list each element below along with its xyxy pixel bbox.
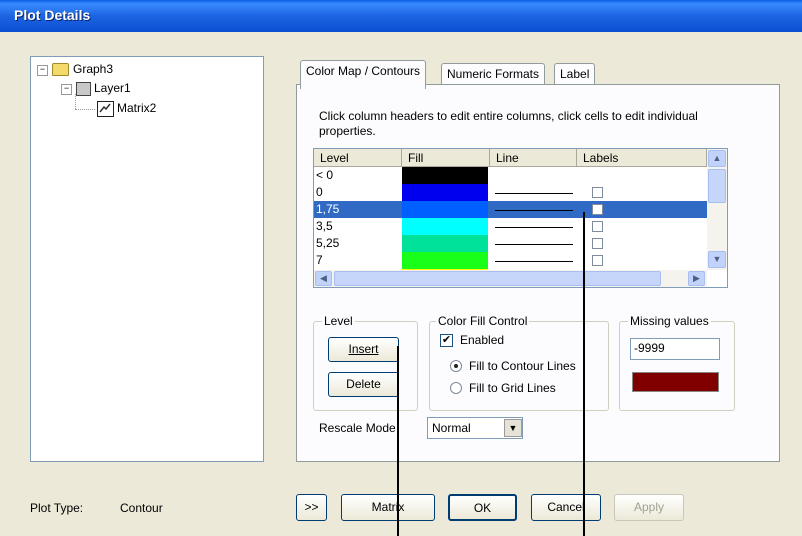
table-row[interactable]: < 0 — [314, 167, 707, 184]
fill-cell[interactable] — [402, 201, 488, 218]
table-row[interactable]: 5,25 — [314, 235, 707, 252]
level-cell[interactable]: 1,75 — [316, 201, 339, 217]
matrix-button-label: Matrix — [371, 500, 405, 514]
collapse-icon[interactable]: − — [37, 65, 48, 76]
delete-button[interactable]: Delete — [328, 372, 399, 397]
fill-contour-radio[interactable] — [450, 360, 462, 372]
fill-cell[interactable] — [402, 235, 488, 252]
missing-value-text: -9999 — [634, 341, 665, 355]
tree-item-label: Graph3 — [73, 62, 114, 76]
level-group: Level Insert Delete — [313, 314, 418, 411]
cancel-button-label: Cancel — [547, 500, 585, 514]
scroll-thumb[interactable] — [334, 271, 661, 286]
scroll-down-button[interactable]: ▼ — [708, 251, 726, 268]
layer-icon — [76, 82, 91, 96]
dropdown-arrow-icon[interactable]: ▼ — [504, 419, 522, 437]
vertical-scrollbar[interactable]: ▲ ▼ — [707, 149, 727, 270]
ok-button[interactable]: OK — [448, 494, 517, 521]
labels-checkbox[interactable] — [592, 221, 603, 232]
instructions-text: Click column headers to edit entire colu… — [319, 109, 698, 138]
scroll-right-button[interactable]: ▶ — [688, 271, 705, 286]
delete-button-label: Delete — [346, 377, 381, 391]
fill-grid-radio[interactable] — [450, 382, 462, 394]
line-cell[interactable] — [495, 261, 573, 262]
missing-values-group: Missing values -9999 — [619, 314, 735, 411]
fill-cell[interactable] — [402, 218, 488, 235]
fill-cell[interactable] — [402, 252, 488, 269]
tree-item-label: Layer1 — [94, 81, 131, 95]
annotation-leader-line — [583, 212, 585, 536]
folder-icon — [52, 63, 69, 76]
level-group-title: Level — [322, 314, 355, 328]
fill-grid-label: Fill to Grid Lines — [469, 381, 556, 395]
color-fill-control-group: Color Fill Control ✔ Enabled Fill to Con… — [429, 314, 609, 411]
line-cell[interactable] — [495, 227, 573, 228]
horizontal-scrollbar[interactable]: ◀ ▶ — [314, 270, 707, 287]
color-fill-title: Color Fill Control — [436, 314, 530, 328]
fill-contour-label: Fill to Contour Lines — [469, 359, 576, 373]
plot-details-dialog: Plot Details − Graph3 − Layer1 Matrix2 C… — [0, 0, 802, 536]
line-cell[interactable] — [495, 193, 573, 194]
ok-button-label: OK — [473, 501, 492, 515]
missing-color-swatch[interactable] — [632, 372, 719, 392]
collapse-icon[interactable]: − — [61, 84, 72, 95]
labels-checkbox[interactable] — [592, 255, 603, 266]
labels-checkbox[interactable] — [592, 204, 603, 215]
column-header-fill[interactable]: Fill — [402, 149, 490, 167]
level-cell[interactable]: < 0 — [316, 167, 333, 183]
tab-panel: Click column headers to edit entire colu… — [296, 84, 780, 462]
grid-rows: < 001,753,55,2578,75 — [314, 167, 707, 270]
missing-value-input[interactable]: -9999 — [630, 338, 720, 360]
rescale-mode-value: Normal — [432, 421, 471, 435]
apply-button-label: Apply — [633, 500, 665, 514]
labels-checkbox[interactable] — [592, 238, 603, 249]
rescale-mode-select[interactable]: Normal ▼ — [427, 417, 523, 439]
insert-button-label: Insert — [348, 342, 379, 356]
scroll-left-button[interactable]: ◀ — [315, 271, 332, 286]
scroll-up-button[interactable]: ▲ — [708, 150, 726, 167]
table-row[interactable]: 0 — [314, 184, 707, 201]
column-header-labels[interactable]: Labels — [577, 149, 707, 167]
more-button-label: >> — [304, 500, 319, 514]
window-title: Plot Details — [14, 7, 91, 23]
fill-cell[interactable] — [402, 167, 488, 184]
level-cell[interactable]: 7 — [316, 252, 323, 268]
table-row[interactable]: 7 — [314, 252, 707, 269]
tree-view[interactable]: − Graph3 − Layer1 Matrix2 — [30, 56, 264, 462]
missing-values-title: Missing values — [628, 314, 711, 328]
line-cell[interactable] — [495, 210, 573, 211]
insert-button[interactable]: Insert — [328, 337, 399, 362]
level-cell[interactable]: 0 — [316, 184, 323, 200]
labels-checkbox[interactable] — [592, 187, 603, 198]
tab-label: Numeric Formats — [447, 67, 540, 81]
enabled-label: Enabled — [460, 333, 505, 347]
line-cell[interactable] — [495, 244, 573, 245]
matrix-button[interactable]: Matrix — [341, 494, 435, 521]
enabled-checkbox[interactable]: ✔ — [440, 334, 453, 347]
tab-label: Label — [560, 67, 590, 81]
annotation-leader-line — [397, 346, 399, 536]
fill-cell[interactable] — [402, 184, 488, 201]
column-header-line[interactable]: Line — [490, 149, 577, 167]
column-header-level[interactable]: Level — [314, 149, 402, 167]
level-cell[interactable]: 5,25 — [316, 235, 339, 251]
table-row[interactable]: 3,5 — [314, 218, 707, 235]
cancel-button[interactable]: Cancel — [531, 494, 601, 521]
scroll-thumb[interactable] — [708, 169, 726, 203]
table-row[interactable]: 1,75 — [314, 201, 707, 218]
plot-type-value: Contour — [120, 501, 163, 515]
apply-button: Apply — [614, 494, 684, 521]
tree-connector — [75, 109, 95, 110]
title-bar[interactable]: Plot Details — [0, 0, 802, 32]
more-button[interactable]: >> — [296, 494, 327, 521]
level-cell[interactable]: 3,5 — [316, 218, 333, 234]
rescale-mode-label: Rescale Mode — [319, 421, 396, 435]
matrix-icon — [97, 101, 114, 117]
tree-connector — [75, 94, 76, 109]
tab-label: Color Map / Contours — [306, 64, 421, 78]
tab-color-map-contours[interactable]: Color Map / Contours — [300, 60, 427, 89]
levels-grid[interactable]: Level Fill Line Labels < 001,753,55,2578… — [313, 148, 728, 288]
plot-type-label: Plot Type: — [30, 501, 84, 515]
tree-item-label: Matrix2 — [117, 101, 157, 115]
